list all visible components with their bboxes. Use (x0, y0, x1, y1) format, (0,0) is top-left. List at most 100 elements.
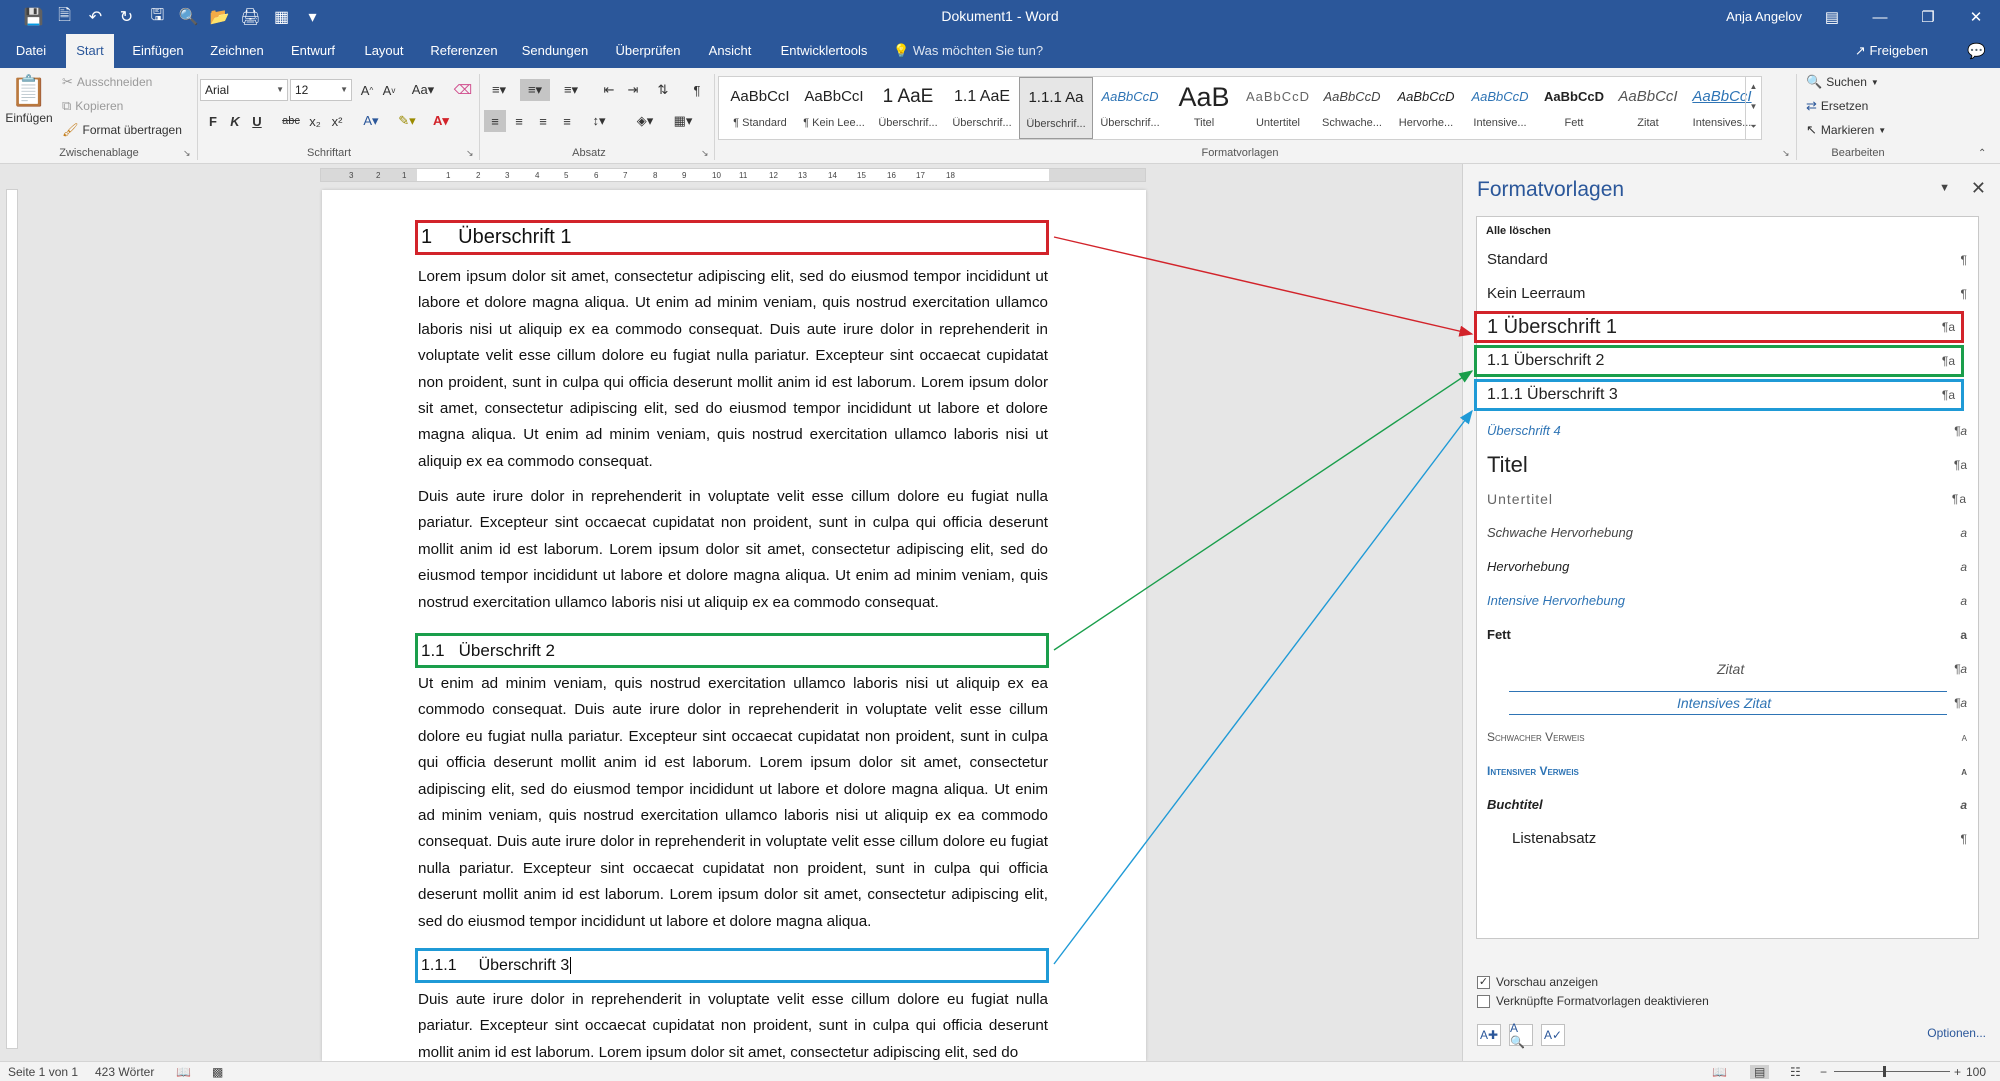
paste-button[interactable]: 📋 Einfügen (5, 74, 52, 125)
user-name[interactable]: Anja Angelov (1726, 9, 1802, 24)
web-layout-icon[interactable]: ☷ (1790, 1065, 1801, 1079)
style-item-subtle-reference[interactable]: Schwacher Verweis a (1487, 721, 1973, 753)
highlight-icon[interactable]: ✎▾ (396, 110, 418, 132)
style-item-intense-quote[interactable]: Intensives Zitat ¶a (1487, 687, 1973, 719)
new-document-icon[interactable]: 🗎 (49, 6, 80, 28)
show-preview-checkbox[interactable]: ✓ Vorschau anzeigen (1477, 975, 1598, 989)
font-color-icon[interactable]: A▾ (430, 110, 452, 132)
align-left-icon[interactable]: ≡ (484, 110, 506, 132)
proofing-icon[interactable]: 📖 (176, 1065, 191, 1079)
gallery-style-standard[interactable]: AaBbCcI ¶ Standard (723, 77, 797, 139)
gallery-scrollbar[interactable]: ▲ ▼ ⏷ (1745, 77, 1761, 139)
multilevel-list-icon[interactable]: ≡▾ (556, 79, 586, 101)
new-style-icon[interactable]: A✚ (1477, 1024, 1501, 1046)
disable-linked-styles-checkbox[interactable]: Verknüpfte Formatvorlagen deaktivieren (1477, 994, 1709, 1008)
gallery-style-kein-leerraum[interactable]: AaBbCcI ¶ Kein Lee... (797, 77, 871, 139)
paragraph-launcher-icon[interactable]: ↘ (701, 148, 709, 159)
save-icon[interactable]: 💾 (18, 6, 49, 28)
replace-button[interactable]: ⇄ Ersetzen (1806, 98, 1868, 114)
superscript-button[interactable]: x² (326, 110, 348, 132)
gallery-style-heading-2[interactable]: 1.1 AaE Überschrif... (945, 77, 1019, 139)
save-as-icon[interactable]: 🖫 (142, 6, 173, 28)
change-case-icon[interactable]: Aa▾ (408, 79, 438, 101)
bold-button[interactable]: F (202, 110, 224, 132)
clipboard-launcher-icon[interactable]: ↘ (183, 148, 191, 159)
paragraph[interactable]: Lorem ipsum dolor sit amet, consectetur … (418, 264, 1048, 475)
cut-button[interactable]: ✂ Ausschneiden (62, 74, 152, 90)
macro-record-icon[interactable]: ▩ (212, 1065, 223, 1079)
clear-all-button[interactable]: Alle löschen (1486, 225, 1551, 237)
justify-icon[interactable]: ≡ (556, 110, 578, 132)
format-painter-button[interactable]: 🖌 Format übertragen (62, 122, 182, 138)
table-icon[interactable]: ▦ (266, 6, 297, 28)
tab-datei[interactable]: Datei (0, 34, 62, 68)
gallery-style-strong[interactable]: AaBbCcD Fett (1537, 77, 1611, 139)
shading-icon[interactable]: ◈▾ (630, 110, 660, 132)
options-link[interactable]: Optionen... (1927, 1026, 1986, 1040)
style-item-heading-4[interactable]: Überschrift 4 ¶a (1487, 415, 1973, 447)
style-item-title[interactable]: Titel ¶a (1487, 449, 1973, 481)
tab-ueberpruefen[interactable]: Überprüfen (608, 34, 688, 68)
style-item-heading-3[interactable]: 1.1.1 Überschrift 3 ¶a (1474, 379, 1964, 411)
gallery-style-subtle-emphasis[interactable]: AaBbCcD Schwache... (1315, 77, 1389, 139)
heading-1[interactable]: 1 Überschrift 1 (415, 220, 1049, 255)
find-button[interactable]: 🔍 Suchen ▼ (1806, 74, 1879, 90)
clear-formatting-icon[interactable]: ⌫ (452, 79, 474, 101)
font-size-select[interactable]: 12 ▼ (290, 79, 352, 101)
pilcrow-icon[interactable]: ¶ (686, 79, 708, 101)
paragraph[interactable]: Ut enim ad minim veniam, quis nostrud ex… (418, 671, 1048, 935)
horizontal-ruler[interactable]: 3 2 1 1 2 3 4 5 6 7 8 9 10 11 12 13 14 1… (320, 168, 1146, 182)
align-right-icon[interactable]: ≡ (532, 110, 554, 132)
tab-layout[interactable]: Layout (358, 34, 410, 68)
styles-launcher-icon[interactable]: ↘ (1782, 148, 1790, 159)
zoom-level[interactable]: 100 % (1966, 1065, 2000, 1081)
minimize-icon[interactable]: — (1856, 0, 1904, 34)
close-icon[interactable]: ✕ (1971, 178, 1986, 199)
tab-zeichnen[interactable]: Zeichnen (200, 34, 274, 68)
read-mode-icon[interactable]: 📖 (1712, 1065, 1727, 1079)
close-icon[interactable]: ✕ (1952, 0, 2000, 34)
font-launcher-icon[interactable]: ↘ (466, 148, 474, 159)
align-center-icon[interactable]: ≡ (508, 110, 530, 132)
zoom-slider-thumb[interactable] (1883, 1066, 1886, 1077)
word-count[interactable]: 423 Wörter (95, 1065, 154, 1079)
bullets-icon[interactable]: ≡▾ (484, 79, 514, 101)
borders-icon[interactable]: ▦▾ (668, 110, 698, 132)
collapse-ribbon-icon[interactable]: ⌃ (1978, 148, 1986, 159)
gallery-style-title[interactable]: AaB Titel (1167, 77, 1241, 139)
text-effects-icon[interactable]: A▾ (360, 110, 382, 132)
heading-2[interactable]: 1.1 Überschrift 2 (415, 633, 1049, 668)
tab-entwurf[interactable]: Entwurf (282, 34, 344, 68)
heading-3[interactable]: 1.1.1 Überschrift 3 (415, 948, 1049, 983)
pane-options-icon[interactable]: ▼ (1939, 182, 1950, 194)
gallery-style-emphasis[interactable]: AaBbCcD Hervorhe... (1389, 77, 1463, 139)
style-item-intense-reference[interactable]: Intensiver Verweis a (1487, 755, 1973, 787)
tab-start[interactable]: Start (66, 34, 114, 68)
tab-entwicklertools[interactable]: Entwicklertools (772, 34, 876, 68)
line-spacing-icon[interactable]: ↕▾ (584, 110, 614, 132)
style-item-no-spacing[interactable]: Kein Leerraum ¶ (1487, 278, 1973, 310)
style-item-subtitle[interactable]: Untertitel ¶a (1487, 483, 1973, 515)
copy-button[interactable]: ⧉ Kopieren (62, 98, 123, 114)
italic-button[interactable]: K (224, 110, 246, 132)
gallery-style-heading-3[interactable]: 1.1.1 Aa Überschrif... (1019, 77, 1093, 139)
font-family-select[interactable]: Arial ▼ (200, 79, 288, 101)
subscript-button[interactable]: x₂ (304, 110, 326, 132)
restore-icon[interactable]: ❐ (1904, 0, 1952, 34)
underline-button[interactable]: U (246, 110, 268, 132)
comment-icon[interactable]: 💬 (1967, 42, 1986, 60)
quick-print-icon[interactable]: 🖨 (235, 6, 266, 28)
strikethrough-button[interactable]: abc (280, 110, 302, 132)
style-item-emphasis[interactable]: Hervorhebung a (1487, 551, 1973, 583)
style-item-heading-2[interactable]: 1.1 Überschrift 2 ¶a (1474, 345, 1964, 377)
style-item-quote[interactable]: Zitat ¶a (1487, 653, 1973, 685)
page-count[interactable]: Seite 1 von 1 (8, 1065, 78, 1079)
style-item-standard[interactable]: Standard ¶ (1487, 244, 1973, 276)
style-inspector-icon[interactable]: A🔍 (1509, 1021, 1533, 1049)
undo-icon[interactable]: ↶ (80, 6, 111, 28)
scroll-up-icon[interactable]: ▲ (1746, 77, 1761, 97)
ribbon-display-icon[interactable]: ▤ (1808, 0, 1856, 34)
print-preview-icon[interactable]: 🔍 (173, 6, 204, 28)
scroll-down-icon[interactable]: ▼ (1746, 97, 1761, 117)
zoom-out-icon[interactable]: − (1820, 1065, 1827, 1079)
